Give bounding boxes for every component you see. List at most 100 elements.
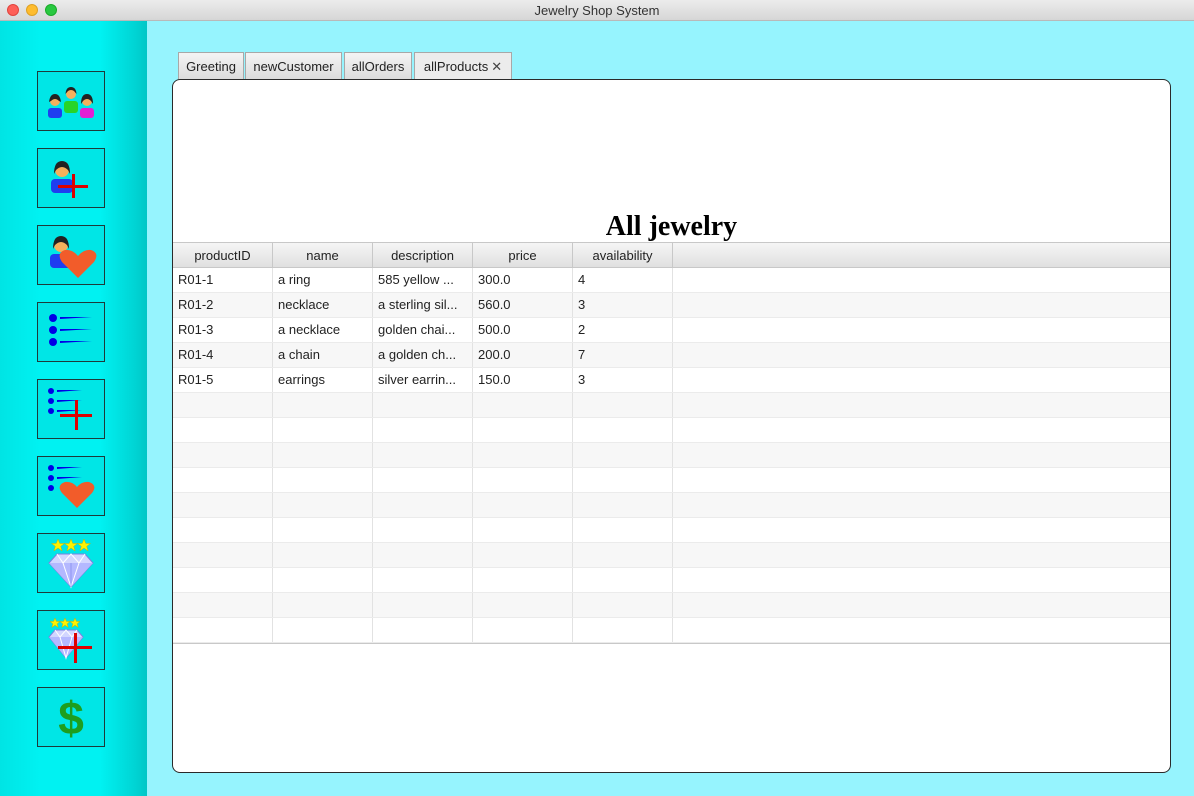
- table-cell[interactable]: [173, 418, 273, 442]
- favorite-customer-button[interactable]: [37, 225, 105, 285]
- table-cell[interactable]: [373, 443, 473, 467]
- table-cell[interactable]: [273, 543, 373, 567]
- table-cell[interactable]: [273, 618, 373, 642]
- table-cell[interactable]: [173, 593, 273, 617]
- table-cell[interactable]: 500.0: [473, 318, 573, 342]
- table-cell[interactable]: [573, 618, 673, 642]
- table-cell[interactable]: [173, 568, 273, 592]
- table-cell[interactable]: a chain: [273, 343, 373, 367]
- table-cell[interactable]: [273, 593, 373, 617]
- table-row[interactable]: R01-2 necklace a sterling sil... 560.0 3: [173, 293, 1170, 318]
- table-cell[interactable]: 2: [573, 318, 673, 342]
- table-cell[interactable]: [173, 618, 273, 642]
- table-cell[interactable]: [473, 568, 573, 592]
- table-cell[interactable]: [373, 418, 473, 442]
- table-row[interactable]: R01-3 a necklace golden chai... 500.0 2: [173, 318, 1170, 343]
- table-cell[interactable]: [373, 393, 473, 417]
- tab-new-customer[interactable]: newCustomer: [245, 52, 342, 79]
- column-header-name[interactable]: name: [273, 243, 373, 267]
- table-row[interactable]: R01-4 a chain a golden ch... 200.0 7: [173, 343, 1170, 368]
- table-row[interactable]: [173, 393, 1170, 418]
- table-cell[interactable]: [573, 543, 673, 567]
- table-cell[interactable]: [473, 443, 573, 467]
- table-cell[interactable]: 150.0: [473, 368, 573, 392]
- table-row[interactable]: [173, 543, 1170, 568]
- table-row[interactable]: [173, 418, 1170, 443]
- payments-button[interactable]: $: [37, 687, 105, 747]
- table-cell[interactable]: [473, 393, 573, 417]
- table-row[interactable]: [173, 593, 1170, 618]
- close-tab-icon[interactable]: ✕: [491, 59, 502, 74]
- table-cell[interactable]: [373, 468, 473, 492]
- column-header-description[interactable]: description: [373, 243, 473, 267]
- table-cell[interactable]: R01-2: [173, 293, 273, 317]
- table-row[interactable]: [173, 518, 1170, 543]
- add-product-button[interactable]: [37, 610, 105, 670]
- column-header-price[interactable]: price: [473, 243, 573, 267]
- table-cell[interactable]: 4: [573, 268, 673, 292]
- table-cell[interactable]: [573, 393, 673, 417]
- table-cell[interactable]: R01-1: [173, 268, 273, 292]
- table-row[interactable]: [173, 493, 1170, 518]
- table-row[interactable]: [173, 443, 1170, 468]
- table-cell[interactable]: [473, 418, 573, 442]
- table-cell[interactable]: 300.0: [473, 268, 573, 292]
- table-cell[interactable]: 200.0: [473, 343, 573, 367]
- table-row[interactable]: R01-5 earrings silver earrin... 150.0 3: [173, 368, 1170, 393]
- favorite-orders-button[interactable]: [37, 456, 105, 516]
- table-cell[interactable]: [173, 493, 273, 517]
- table-cell[interactable]: [273, 393, 373, 417]
- table-cell[interactable]: [573, 493, 673, 517]
- tab-all-orders[interactable]: allOrders: [344, 52, 412, 79]
- table-cell[interactable]: necklace: [273, 293, 373, 317]
- customers-list-button[interactable]: [37, 71, 105, 131]
- table-cell[interactable]: [273, 568, 373, 592]
- table-cell[interactable]: [573, 518, 673, 542]
- table-row[interactable]: [173, 568, 1170, 593]
- table-cell[interactable]: [373, 618, 473, 642]
- table-cell[interactable]: [573, 443, 673, 467]
- table-cell[interactable]: [173, 443, 273, 467]
- table-cell[interactable]: [373, 593, 473, 617]
- table-cell[interactable]: 7: [573, 343, 673, 367]
- table-cell[interactable]: a necklace: [273, 318, 373, 342]
- table-cell[interactable]: [273, 443, 373, 467]
- table-cell[interactable]: [173, 468, 273, 492]
- table-row[interactable]: [173, 468, 1170, 493]
- table-cell[interactable]: 3: [573, 293, 673, 317]
- table-cell[interactable]: silver earrin...: [373, 368, 473, 392]
- add-order-button[interactable]: [37, 379, 105, 439]
- table-cell[interactable]: [273, 468, 373, 492]
- table-cell[interactable]: 585 yellow ...: [373, 268, 473, 292]
- table-cell[interactable]: [573, 418, 673, 442]
- table-cell[interactable]: [473, 468, 573, 492]
- table-cell[interactable]: a ring: [273, 268, 373, 292]
- table-cell[interactable]: R01-4: [173, 343, 273, 367]
- table-cell[interactable]: 3: [573, 368, 673, 392]
- table-cell[interactable]: [573, 568, 673, 592]
- table-cell[interactable]: [473, 493, 573, 517]
- table-cell[interactable]: [273, 518, 373, 542]
- table-cell[interactable]: [473, 618, 573, 642]
- column-header-availability[interactable]: availability: [573, 243, 673, 267]
- table-cell[interactable]: a sterling sil...: [373, 293, 473, 317]
- table-cell[interactable]: R01-3: [173, 318, 273, 342]
- table-cell[interactable]: [273, 493, 373, 517]
- table-cell[interactable]: [373, 493, 473, 517]
- table-cell[interactable]: [473, 543, 573, 567]
- table-cell[interactable]: [473, 593, 573, 617]
- table-cell[interactable]: earrings: [273, 368, 373, 392]
- tab-greeting[interactable]: Greeting: [178, 52, 244, 79]
- table-cell[interactable]: [173, 518, 273, 542]
- column-header-product-id[interactable]: productID: [173, 243, 273, 267]
- table-cell[interactable]: [273, 418, 373, 442]
- table-row[interactable]: [173, 618, 1170, 643]
- orders-list-button[interactable]: [37, 302, 105, 362]
- table-cell[interactable]: [573, 468, 673, 492]
- products-button[interactable]: [37, 533, 105, 593]
- table-row[interactable]: R01-1 a ring 585 yellow ... 300.0 4: [173, 268, 1170, 293]
- tab-all-products[interactable]: allProducts ✕: [414, 52, 512, 79]
- table-cell[interactable]: [373, 518, 473, 542]
- table-cell[interactable]: [373, 543, 473, 567]
- table-cell[interactable]: golden chai...: [373, 318, 473, 342]
